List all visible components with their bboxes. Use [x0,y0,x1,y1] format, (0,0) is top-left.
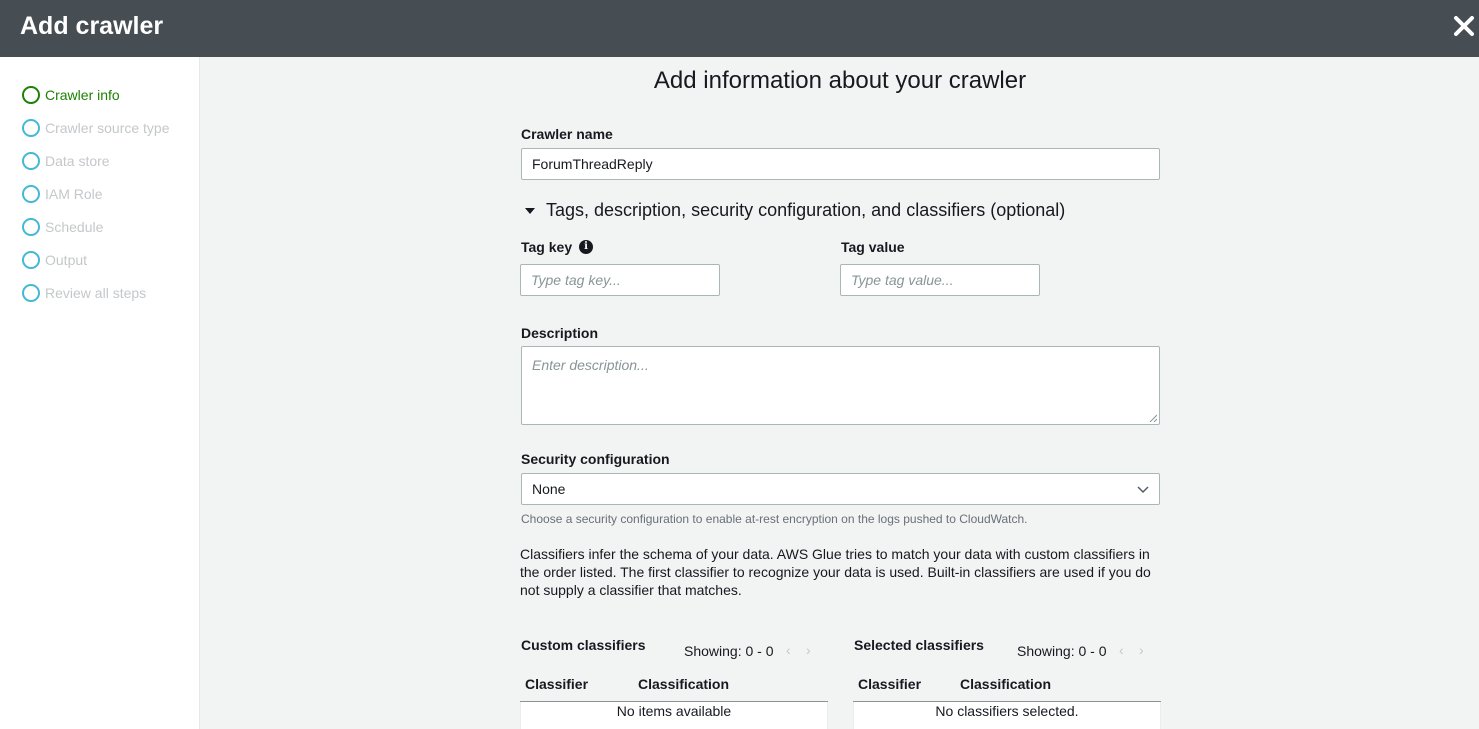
crawler-name-label: Crawler name [521,126,613,142]
table-divider [520,701,828,702]
wizard-steps-sidebar: Crawler info Crawler source type Data st… [0,57,200,729]
column-header-classification[interactable]: Classification [960,676,1051,692]
page-title: Add crawler [20,12,164,40]
crawler-info-form: Add information about your crawler Crawl… [201,57,1479,729]
description-placeholder: Enter description... [532,357,649,373]
description-label: Description [521,325,599,341]
tag-key-input[interactable]: Type tag key... [520,264,720,296]
description-textarea[interactable]: Enter description... [521,346,1160,425]
chevron-left-icon[interactable]: ‹ [1119,642,1124,658]
table-divider [853,701,1161,702]
caret-down-icon [525,207,535,214]
custom-classifiers-empty: No items available [616,703,732,719]
step-schedule[interactable]: Schedule [22,217,103,237]
step-circle-icon [22,185,40,203]
info-icon[interactable]: i [579,240,593,254]
security-config-select[interactable]: None [521,473,1160,505]
column-header-classifier[interactable]: Classifier [525,676,588,692]
step-circle-icon [22,251,40,269]
chevron-down-icon [1137,486,1149,494]
column-header-classifier[interactable]: Classifier [858,676,921,692]
step-label: Crawler source type [45,120,170,136]
custom-classifiers-title: Custom classifiers [521,637,646,653]
step-circle-icon [22,284,40,302]
optional-settings-expander[interactable]: Tags, description, security configuratio… [521,200,1065,221]
security-config-label: Security configuration [521,451,670,467]
step-data-store[interactable]: Data store [22,151,110,171]
step-circle-icon [22,152,40,170]
chevron-right-icon[interactable]: › [806,642,811,658]
crawler-name-input[interactable]: ForumThreadReply [521,148,1160,180]
tag-value-label: Tag value [841,239,905,255]
expander-label: Tags, description, security configuratio… [546,200,1066,220]
step-iam-role[interactable]: IAM Role [22,184,103,204]
security-config-hint: Choose a security configuration to enabl… [521,512,1028,526]
tag-key-label: Tag key [521,239,573,255]
step-label: Data store [45,153,110,169]
step-circle-icon [22,218,40,236]
tag-value-input[interactable]: Type tag value... [840,264,1040,296]
selected-classifiers-title: Selected classifiers [854,637,984,653]
selected-classifiers-empty: No classifiers selected. [935,703,1079,719]
step-label: IAM Role [45,186,103,202]
resize-handle-icon[interactable] [1149,414,1157,422]
step-circle-icon [22,119,40,137]
step-label: Output [45,252,88,268]
step-label: Review all steps [45,285,147,301]
header-bar: Add crawler [0,0,1479,57]
step-review-all-steps[interactable]: Review all steps [22,283,146,303]
custom-classifiers-showing: Showing: 0 - 0 [684,643,774,659]
step-crawler-source-type[interactable]: Crawler source type [22,118,170,138]
chevron-right-icon[interactable]: › [1139,642,1144,658]
step-crawler-info[interactable]: Crawler info [22,85,120,105]
step-circle-icon [22,86,40,104]
column-header-classification[interactable]: Classification [638,676,729,692]
step-output[interactable]: Output [22,250,87,270]
classifiers-description: Classifiers infer the schema of your dat… [520,546,1151,598]
close-icon[interactable] [1452,14,1476,38]
form-heading: Add information about your crawler [653,67,1027,94]
step-label: Schedule [45,219,104,235]
step-label: Crawler info [45,87,120,103]
chevron-left-icon[interactable]: ‹ [786,642,791,658]
selected-classifiers-showing: Showing: 0 - 0 [1017,643,1107,659]
security-config-value: None [532,481,566,497]
